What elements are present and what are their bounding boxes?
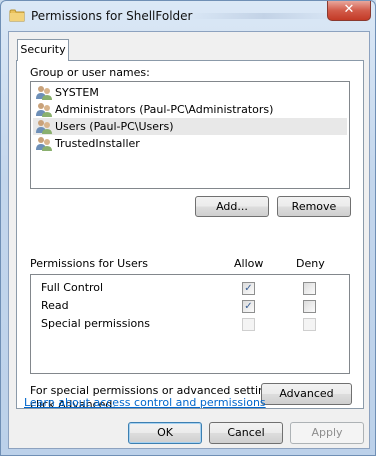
- user-group-icon: [36, 86, 52, 100]
- deny-checkbox[interactable]: [303, 282, 316, 295]
- blurred-title-background: [189, 13, 339, 19]
- close-button[interactable]: ✕: [327, 1, 371, 21]
- user-group-icon: [36, 137, 52, 151]
- user-label: TrustedInstaller: [55, 137, 140, 150]
- allow-column-header: Allow: [234, 257, 264, 270]
- permissions-header: Permissions for Users: [30, 257, 148, 270]
- advanced-button[interactable]: Advanced: [261, 383, 352, 405]
- list-item[interactable]: TrustedInstaller: [33, 135, 347, 152]
- permissions-dialog: Permissions for ShellFolder ✕ Security G…: [0, 0, 376, 456]
- window-title: Permissions for ShellFolder: [31, 9, 193, 23]
- allow-checkbox[interactable]: ✓: [242, 282, 255, 295]
- ok-button[interactable]: OK: [128, 422, 202, 444]
- group-names-label: Group or user names:: [30, 66, 150, 79]
- apply-button: Apply: [290, 422, 364, 444]
- learn-more-link[interactable]: Learn about access control and permissio…: [24, 396, 266, 409]
- cancel-button[interactable]: Cancel: [209, 422, 283, 444]
- permission-label: Full Control: [41, 281, 104, 294]
- folder-icon: [9, 9, 25, 22]
- list-item[interactable]: Administrators (Paul-PC\Administrators): [33, 101, 347, 118]
- user-label: SYSTEM: [55, 86, 99, 99]
- title-bar[interactable]: Permissions for ShellFolder ✕: [1, 1, 375, 31]
- user-group-icon: [36, 120, 52, 134]
- add-button[interactable]: Add...: [195, 196, 269, 217]
- allow-checkbox[interactable]: ✓: [242, 300, 255, 313]
- deny-checkbox-disabled: [303, 318, 316, 331]
- permission-label: Special permissions: [41, 317, 150, 330]
- deny-column-header: Deny: [296, 257, 325, 270]
- user-group-icon: [36, 103, 52, 117]
- security-tab-panel: Group or user names: SYSTEM Administrato…: [16, 60, 364, 411]
- list-item[interactable]: SYSTEM: [33, 84, 347, 101]
- group-user-list[interactable]: SYSTEM Administrators (Paul-PC\Administr…: [30, 81, 350, 189]
- allow-checkbox-disabled: [242, 318, 255, 331]
- permissions-list: Permissions for Users Allow Deny Full Co…: [30, 257, 350, 374]
- tab-security[interactable]: Security: [17, 39, 69, 61]
- user-label: Administrators (Paul-PC\Administrators): [55, 103, 274, 116]
- permission-label: Read: [41, 299, 69, 312]
- dialog-body: Security Group or user names: SYSTEM Adm…: [8, 31, 370, 449]
- user-label: Users (Paul-PC\Users): [55, 120, 174, 133]
- deny-checkbox[interactable]: [303, 300, 316, 313]
- remove-button[interactable]: Remove: [277, 196, 351, 217]
- list-item-selected[interactable]: Users (Paul-PC\Users): [33, 118, 347, 135]
